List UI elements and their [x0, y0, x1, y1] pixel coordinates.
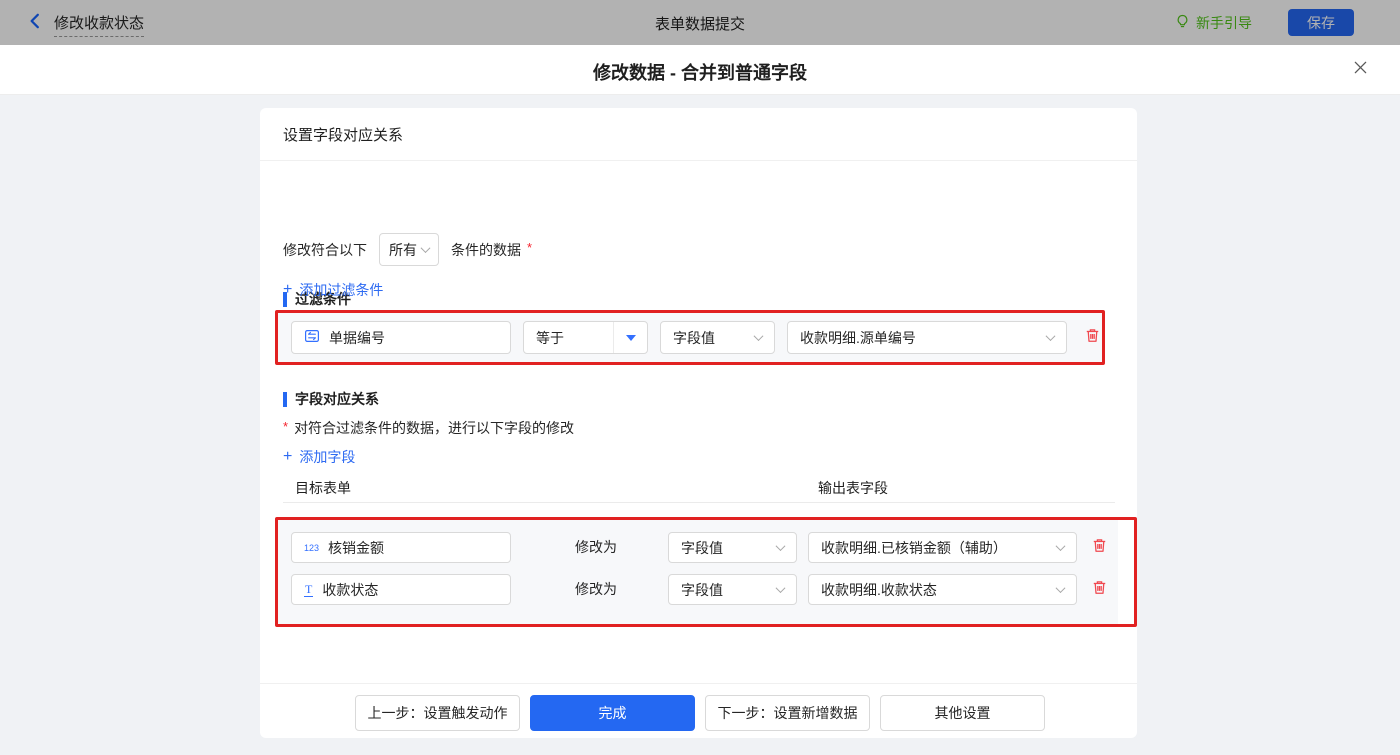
mapping-field-value: 核销金额	[328, 539, 385, 556]
mapping-value-type-value: 字段值	[681, 581, 723, 598]
topbar-dim-overlay	[0, 0, 1400, 45]
mapping-section-title: 字段对应关系	[283, 389, 379, 409]
add-filter-condition-label: 添加过滤条件	[299, 282, 384, 298]
match-mode-value: 所有	[389, 241, 417, 258]
chevron-down-icon	[420, 243, 431, 254]
caret-down-icon	[625, 334, 636, 341]
mapping-section-label: 字段对应关系	[295, 391, 379, 407]
topbar: 修改收款状态 表单数据提交 新手引导 保存	[0, 0, 1400, 45]
chevron-down-icon	[1055, 541, 1066, 552]
add-filter-condition-link[interactable]: + 添加过滤条件	[283, 280, 383, 300]
modal-header: 修改数据 - 合并到普通字段	[0, 45, 1400, 95]
divider	[260, 160, 1137, 161]
divider	[283, 502, 1115, 503]
mapping-output-value: 收款明细.收款状态	[821, 581, 937, 598]
chevron-down-icon	[775, 583, 786, 594]
trash-icon	[1084, 327, 1101, 349]
filter-operator-select[interactable]: 等于	[523, 321, 648, 354]
settings-card: 设置字段对应关系 过滤条件 修改符合以下 所有 条件的数据 * + 添加过滤条件	[260, 108, 1137, 738]
mapping-row-field-input[interactable]: 123 核销金额	[291, 532, 511, 563]
delete-filter-row-button[interactable]	[1083, 329, 1101, 347]
match-prefix-label: 修改符合以下	[283, 241, 367, 258]
required-asterisk: *	[283, 419, 289, 434]
modal-title: 修改数据 - 合并到普通字段	[593, 63, 807, 83]
app-root: 修改收款状态 表单数据提交 新手引导 保存 修改数据 - 合并到普通字段 设置字…	[0, 0, 1400, 755]
text-field-icon: T	[304, 581, 314, 597]
card-header-title: 设置字段对应关系	[283, 126, 404, 144]
operator-dropdown-toggle[interactable]	[613, 322, 647, 353]
chevron-down-icon	[1045, 331, 1056, 342]
plus-icon: +	[283, 448, 293, 465]
next-step-button[interactable]: 下一步：设置新增数据	[705, 695, 870, 731]
required-asterisk: *	[527, 240, 533, 255]
chevron-down-icon	[775, 541, 786, 552]
trash-icon	[1091, 579, 1108, 601]
filter-operator-value: 等于	[536, 329, 564, 346]
mapping-output-select[interactable]: 收款明细.收款状态	[808, 574, 1077, 605]
filter-value-value: 收款明细.源单编号	[800, 329, 916, 346]
match-mode-select[interactable]: 所有	[379, 233, 439, 266]
delete-mapping-row-button[interactable]	[1090, 581, 1108, 599]
column-header-target-form: 目标表单	[295, 480, 351, 496]
section-marker	[283, 391, 287, 407]
mapping-value-type-select[interactable]: 字段值	[668, 532, 797, 563]
modify-to-label: 修改为	[575, 539, 617, 555]
done-button[interactable]: 完成	[530, 695, 695, 731]
match-suffix-label: 条件的数据	[451, 241, 521, 258]
mapping-field-value: 收款状态	[322, 581, 379, 598]
filter-value-select[interactable]: 收款明细.源单编号	[787, 321, 1067, 354]
mapping-output-value: 收款明细.已核销金额（辅助）	[821, 539, 1007, 556]
mapping-value-type-select[interactable]: 字段值	[668, 574, 797, 605]
delete-mapping-row-button[interactable]	[1090, 539, 1108, 557]
chevron-down-icon	[753, 331, 764, 342]
chevron-down-icon	[1055, 583, 1066, 594]
mapping-value-type-value: 字段值	[681, 539, 723, 556]
plus-icon: +	[283, 281, 293, 298]
filter-match-row: 修改符合以下 所有 条件的数据 *	[283, 233, 532, 266]
close-button[interactable]	[1350, 60, 1370, 80]
filter-condition-highlight-box: 单据编号 等于 字段值 收款明细.源单编号	[275, 310, 1105, 365]
add-field-link[interactable]: + 添加字段	[283, 447, 355, 467]
mapping-rows-highlight-box: 123 核销金额 修改为 字段值 收款明细.已核销金额（辅助） T 收款状态 修…	[275, 517, 1137, 627]
divider	[260, 683, 1137, 684]
modify-to-label: 修改为	[575, 581, 617, 597]
filter-field-input[interactable]: 单据编号	[291, 321, 511, 354]
other-settings-button[interactable]: 其他设置	[880, 695, 1045, 731]
close-icon	[1353, 60, 1368, 80]
mapping-description-text: 对符合过滤条件的数据，进行以下字段的修改	[294, 420, 575, 436]
prev-step-button[interactable]: 上一步：设置触发动作	[355, 695, 520, 731]
filter-value-type-select[interactable]: 字段值	[660, 321, 775, 354]
mapping-description: * 对符合过滤条件的数据，进行以下字段的修改	[283, 418, 574, 438]
filter-value-type-value: 字段值	[673, 329, 715, 346]
number-field-icon: 123	[304, 542, 320, 553]
serial-number-icon	[304, 328, 320, 347]
mapping-output-select[interactable]: 收款明细.已核销金额（辅助）	[808, 532, 1077, 563]
mapping-row-field-input[interactable]: T 收款状态	[291, 574, 511, 605]
column-header-output-field: 输出表字段	[818, 480, 888, 496]
trash-icon	[1091, 537, 1108, 559]
filter-field-value: 单据编号	[329, 329, 385, 346]
modal-body: 设置字段对应关系 过滤条件 修改符合以下 所有 条件的数据 * + 添加过滤条件	[0, 95, 1400, 755]
add-field-label: 添加字段	[299, 449, 356, 465]
